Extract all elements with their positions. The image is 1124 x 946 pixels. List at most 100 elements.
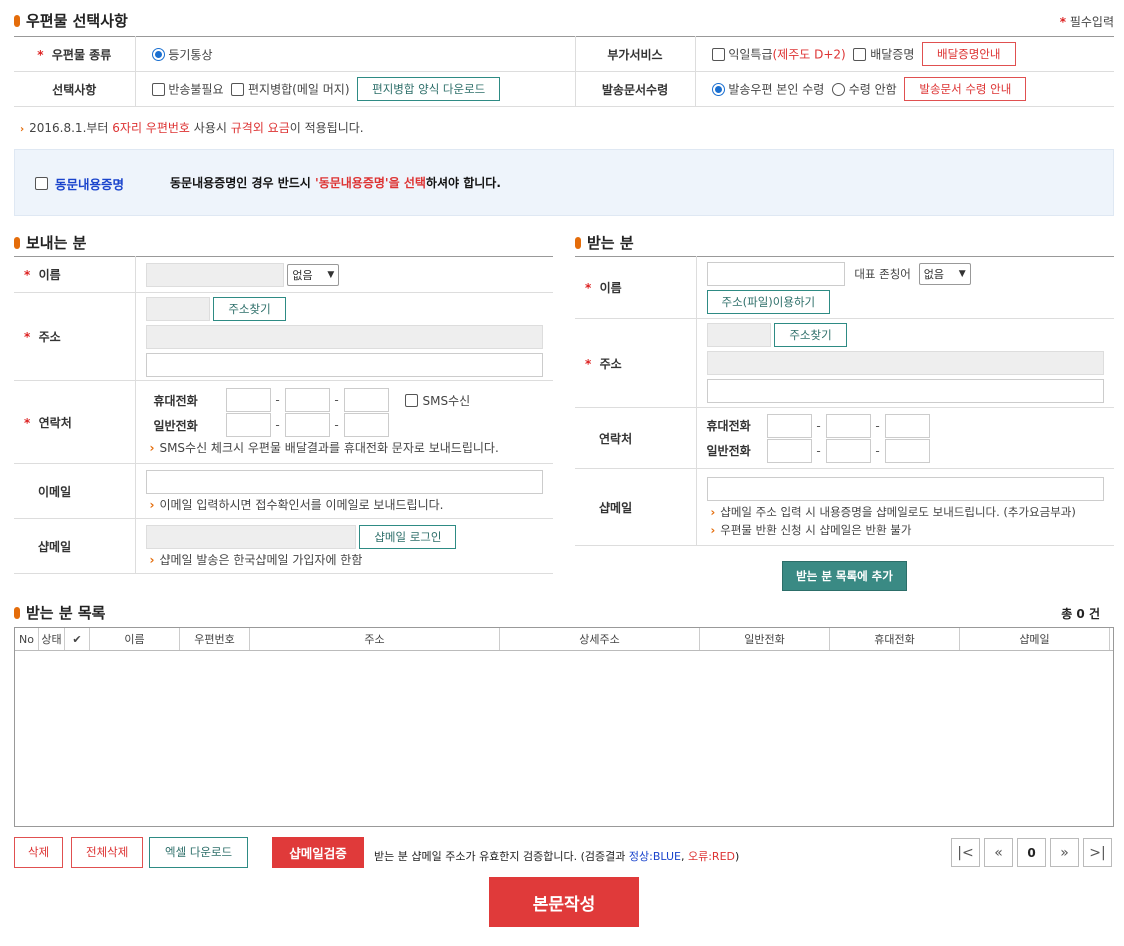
receiver-mobile-2[interactable] [825, 413, 871, 438]
sender-contact-label: 연락처 [38, 415, 72, 430]
kind-label: 우편물 종류 [51, 47, 112, 62]
receiver-address-search-button[interactable]: 주소찾기 [774, 323, 847, 347]
receiver-shopmail-note2-text: 우편물 반환 신청 시 샵메일은 반환 불가 [720, 522, 912, 537]
duplicate-box: 동문내용증명 동문내용증명인 경우 반드시 '동문내용증명'을 선택하셔야 합니… [14, 149, 1114, 216]
next-day-checkbox[interactable] [711, 47, 725, 61]
merge-checkbox[interactable] [231, 82, 245, 96]
first-page-icon[interactable]: |< [951, 838, 980, 867]
receiver-address-input[interactable] [706, 351, 1104, 375]
receiver-honorific-select[interactable]: 없음 ▼ [918, 262, 971, 285]
kind-label-cell: * 우편물 종류 [14, 36, 136, 72]
col-phone: 일반전화 [700, 628, 830, 650]
address-file-button[interactable]: 주소(파일)이용하기 [706, 289, 831, 314]
sender-mobile-label: 휴대전화 [153, 393, 198, 408]
receiver-phone-2[interactable] [825, 438, 871, 463]
delete-button[interactable]: 삭제 [14, 837, 64, 868]
receiver-address-detail-input[interactable] [706, 379, 1104, 403]
next-page-icon[interactable]: » [1050, 838, 1079, 867]
receiver-mobile-3[interactable] [884, 413, 930, 438]
duplicate-checkbox-label: 동문내용증명 [55, 177, 125, 192]
receive-self-radio[interactable] [711, 82, 725, 96]
last-page-icon[interactable]: >| [1083, 838, 1112, 867]
duplicate-message: 동문내용증명인 경우 반드시 '동문내용증명'을 선택하셔야 합니다. [170, 174, 501, 191]
sender-phone-2[interactable] [284, 413, 330, 437]
no-return-checkbox[interactable] [151, 82, 165, 96]
notice-six-digit: 6자리 우편번호 [112, 121, 190, 135]
delivery-proof-guide-button[interactable]: 배달증명안내 [922, 42, 1016, 66]
sender-postcode-input[interactable] [145, 296, 210, 321]
sender-name-input[interactable] [145, 262, 284, 287]
notice-extra-fee: 규격외 요금 [230, 121, 290, 135]
receiver-title-text: 받는 분 [587, 234, 634, 252]
receiver-contact-label-cell: 연락처 [575, 407, 697, 469]
receiver-section-title: 받는 분 [575, 232, 634, 253]
sender-address-input[interactable] [145, 324, 543, 349]
sender-honorific-value: 없음 [292, 268, 313, 282]
sender-phone-label: 일반전화 [153, 418, 198, 433]
sender-address-search-button[interactable]: 주소찾기 [213, 296, 286, 321]
col-select-all-checkbox[interactable]: ✔ [65, 628, 90, 650]
receive-cell: 발송우편 본인 수령 수령 안함 발송문서 수령 안내 [695, 71, 1114, 107]
receive-guide-button[interactable]: 발송문서 수령 안내 [904, 77, 1027, 101]
sender-mobile-1[interactable] [225, 388, 271, 412]
sender-shopmail-cell: 샵메일 로그인 › 샵메일 발송은 한국샵메일 가입자에 한함 [135, 518, 553, 574]
sms-checkbox[interactable] [404, 393, 418, 407]
sender-name-cell: 없음 ▼ [135, 256, 553, 293]
shopmail-verify-button[interactable]: 샵메일검증 [272, 837, 364, 868]
duplicate-checkbox[interactable] [35, 177, 48, 190]
sender-mobile-2[interactable] [284, 388, 330, 412]
receiver-mobile-1[interactable] [766, 413, 812, 438]
sender-email-input[interactable] [145, 469, 543, 494]
shopmail-note-text: 샵메일 발송은 한국샵메일 가입자에 한함 [159, 552, 363, 567]
receiver-shopmail-input[interactable] [706, 476, 1104, 501]
title-bullet-icon [14, 236, 20, 249]
receiver-phone-3[interactable] [884, 438, 930, 463]
addon-label: 부가서비스 [607, 47, 663, 62]
kind-radio[interactable] [151, 47, 165, 61]
add-to-list-button[interactable]: 받는 분 목록에 추가 [782, 561, 907, 591]
prev-page-icon[interactable]: « [984, 838, 1013, 867]
page-number: 0 [1017, 838, 1046, 867]
delivery-proof-label: 배달증명 [870, 47, 915, 62]
sender-honorific-select[interactable]: 없음 ▼ [287, 263, 340, 286]
sender-mobile-3[interactable] [343, 388, 389, 412]
receiver-contact-label: 연락처 [599, 431, 633, 446]
addon-cell: 익일특급(제주도 D+2) 배달증명 배달증명안내 [695, 36, 1114, 72]
verify-sep: , [680, 850, 688, 863]
sender-phone-1[interactable] [225, 413, 271, 437]
sender-shopmail-input[interactable] [145, 524, 356, 549]
postal-section-title: 우편물 선택사항 [14, 10, 128, 31]
title-bullet-icon [575, 236, 581, 249]
list-section-title: 받는 분 목록 [14, 602, 105, 623]
sender-section-title: 보내는 분 [14, 232, 86, 253]
receiver-shopmail-label: 샵메일 [599, 500, 633, 515]
sender-address-detail-input[interactable] [145, 352, 543, 377]
excel-download-button[interactable]: 엑셀 다운로드 [149, 837, 249, 868]
verify-note: 받는 분 샵메일 주소가 유효한지 검증합니다. (검증결과 정상:BLUE, … [374, 848, 739, 864]
receiver-name-input[interactable] [706, 261, 845, 286]
write-content-button[interactable]: 본문작성 [489, 877, 639, 927]
delivery-proof-checkbox[interactable] [853, 47, 867, 61]
notice-prefix: 2016.8.1.부터 [29, 121, 113, 135]
option-label: 선택사항 [52, 82, 97, 97]
receiver-phone-1[interactable] [766, 438, 812, 463]
receiver-shopmail-note2: › 우편물 반환 신청 시 샵메일은 반환 불가 [710, 522, 912, 537]
receive-none-radio[interactable] [831, 82, 845, 96]
sender-phone-3[interactable] [343, 413, 389, 437]
list-title-text: 받는 분 목록 [26, 604, 106, 622]
receiver-name-label-cell: * 이름 [575, 256, 697, 319]
list-total-count: 총 0 건 [1061, 607, 1100, 621]
receiver-postcode-input[interactable] [706, 323, 771, 347]
delete-all-button[interactable]: 전체삭제 [71, 837, 144, 868]
merge-download-button[interactable]: 편지병합 양식 다운로드 [357, 77, 501, 101]
receiver-honorific-label: 대표 존칭어 [854, 266, 911, 281]
receiver-shopmail-cell: › 샵메일 주소 입력 시 내용증명을 샵메일로도 보내드립니다. (추가요금부과… [696, 468, 1114, 546]
shopmail-login-button[interactable]: 샵메일 로그인 [359, 524, 457, 549]
sms-label: SMS수신 [422, 393, 471, 408]
next-day-label: 익일특급 [728, 47, 773, 62]
receiver-address-label: 주소 [599, 356, 622, 371]
sender-email-label: 이메일 [38, 484, 72, 499]
col-address-detail: 상세주소 [500, 628, 700, 650]
addon-label-cell: 부가서비스 [574, 36, 696, 72]
notice-middle: 사용시 [189, 121, 231, 135]
